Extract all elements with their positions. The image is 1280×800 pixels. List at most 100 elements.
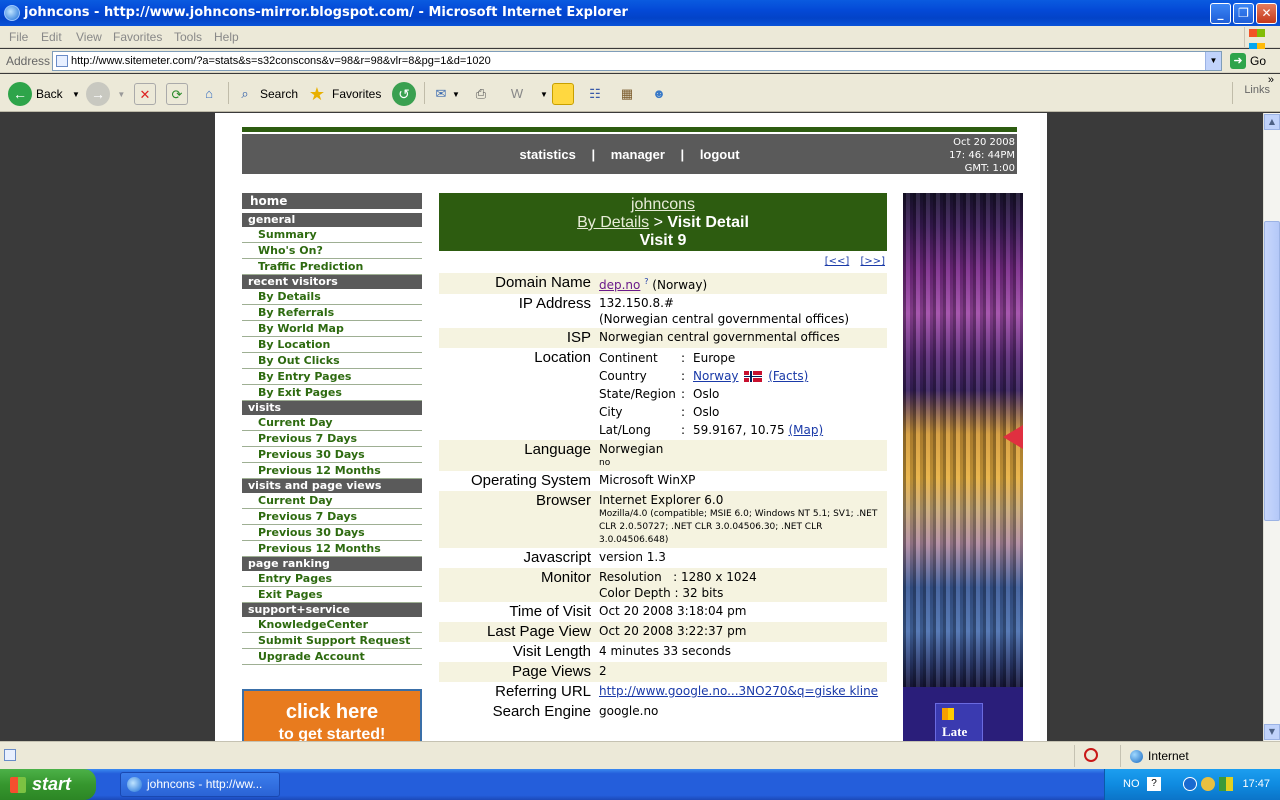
stop-button[interactable]: ✕ — [134, 80, 156, 106]
messenger-button[interactable]: ☷ — [584, 80, 606, 106]
home-button[interactable]: ⌂ — [198, 80, 220, 106]
sidebar-item-exit-pages[interactable]: Exit Pages — [242, 587, 422, 603]
favorites-star-icon: ★ — [308, 83, 326, 104]
tray-arrow-icon[interactable] — [1183, 777, 1197, 791]
minimize-button[interactable]: _ — [1210, 3, 1231, 24]
close-button[interactable]: ✕ — [1256, 3, 1277, 24]
sidebar-item-pv-30-days[interactable]: Previous 30 Days — [242, 525, 422, 541]
country-key: Country — [599, 369, 647, 383]
start-button[interactable]: start — [0, 769, 96, 800]
sidebar-item-by-location[interactable]: By Location — [242, 337, 422, 353]
edit-button[interactable]: W ▼ — [506, 80, 548, 106]
visit-number: Visit 9 — [639, 232, 687, 249]
label-monitor: Monitor — [439, 568, 599, 602]
mail-dropdown-icon[interactable]: ▼ — [452, 90, 460, 99]
sidebar-item-visits-12-months[interactable]: Previous 12 Months — [242, 463, 422, 479]
sidebar-item-whos-on[interactable]: Who's On? — [242, 243, 422, 259]
menu-tools[interactable]: Tools — [174, 30, 202, 44]
referring-url-link[interactable]: http://www.google.no...3NO270&q=giske kl… — [599, 684, 878, 698]
sidebar-item-by-entry-pages[interactable]: By Entry Pages — [242, 369, 422, 385]
menu-file[interactable]: File — [9, 30, 28, 44]
row-os: Operating System Microsoft WinXP — [439, 471, 887, 491]
sidebar-item-visits-30-days[interactable]: Previous 30 Days — [242, 447, 422, 463]
taskbar: start johncons - http://ww... NO ? 17:47 — [0, 769, 1280, 800]
next-visit-link[interactable]: [>>] — [860, 256, 885, 267]
scroll-down-icon[interactable]: ▼ — [1264, 724, 1280, 740]
country-link[interactable]: Norway — [693, 369, 739, 383]
favorites-button[interactable]: ★ Favorites — [306, 80, 381, 106]
sidebar-item-upgrade-account[interactable]: Upgrade Account — [242, 649, 422, 665]
facts-link[interactable]: (Facts) — [768, 369, 808, 383]
maximize-button[interactable]: ❐ — [1233, 3, 1254, 24]
ad-banner[interactable]: Late — [903, 193, 1023, 741]
nav-logout[interactable]: logout — [700, 147, 740, 162]
prev-visit-link[interactable]: [<<] — [825, 256, 850, 267]
back-dropdown-icon[interactable]: ▼ — [72, 90, 80, 99]
site-link[interactable]: johncons — [631, 196, 695, 213]
label-language: Language — [439, 440, 599, 471]
popup-blocked-icon[interactable] — [1084, 748, 1098, 762]
search-button[interactable]: ⌕ Search — [234, 80, 298, 106]
stop-icon: ✕ — [134, 82, 156, 105]
sidebar-item-knowledge-center[interactable]: KnowledgeCenter — [242, 617, 422, 633]
go-button[interactable]: ➜ Go — [1228, 52, 1276, 70]
sidebar-item-visits-current-day[interactable]: Current Day — [242, 415, 422, 431]
promo-banner[interactable]: click here to get started! — [242, 689, 422, 741]
domain-link[interactable]: dep.no — [599, 278, 640, 292]
label-domain: Domain Name — [439, 273, 599, 294]
nav-manager[interactable]: manager — [611, 147, 665, 162]
menu-edit[interactable]: Edit — [41, 30, 62, 44]
sidebar-item-by-referrals[interactable]: By Referrals — [242, 305, 422, 321]
latlong-key: Lat/Long — [599, 423, 651, 437]
sidebar-item-pv-12-months[interactable]: Previous 12 Months — [242, 541, 422, 557]
breadcrumb-by-details[interactable]: By Details — [577, 214, 649, 231]
domain-help-link[interactable]: ? — [644, 277, 648, 286]
note-button[interactable] — [552, 80, 574, 106]
sidebar-home[interactable]: home — [242, 193, 422, 209]
links-label[interactable]: Links — [1244, 84, 1270, 96]
address-input[interactable]: http://www.sitemeter.com/?a=stats&s=s32c… — [52, 51, 1222, 71]
language-indicator[interactable]: NO — [1123, 778, 1140, 790]
research-button[interactable]: ▦ — [616, 80, 638, 106]
menu-view[interactable]: View — [76, 30, 102, 44]
network-icon[interactable] — [1201, 777, 1215, 791]
sidebar-item-submit-support[interactable]: Submit Support Request — [242, 633, 422, 649]
sidebar-item-entry-pages[interactable]: Entry Pages — [242, 571, 422, 587]
taskbar-item-ie[interactable]: johncons - http://ww... — [120, 772, 280, 797]
map-link[interactable]: (Map) — [788, 423, 823, 437]
history-button[interactable]: ↺ — [392, 80, 416, 106]
scroll-thumb[interactable] — [1264, 221, 1280, 521]
mail-button[interactable]: ✉ ▼ — [430, 80, 460, 106]
time-visit-value: Oct 20 2008 3:18:04 pm — [599, 604, 747, 618]
sidebar-item-by-out-clicks[interactable]: By Out Clicks — [242, 353, 422, 369]
sidebar-item-pv-7-days[interactable]: Previous 7 Days — [242, 509, 422, 525]
nav-statistics[interactable]: statistics — [519, 147, 575, 162]
edit-dropdown-icon[interactable]: ▼ — [540, 90, 548, 99]
sidebar-item-visits-7-days[interactable]: Previous 7 Days — [242, 431, 422, 447]
sidebar-item-by-details[interactable]: By Details — [242, 289, 422, 305]
print-button[interactable]: ⎙ — [470, 80, 492, 106]
toolbar-chevron-icon[interactable]: » — [1268, 74, 1274, 86]
tray-app-icon[interactable] — [1219, 777, 1233, 791]
sidebar-item-by-exit-pages[interactable]: By Exit Pages — [242, 385, 422, 401]
forward-dropdown-icon[interactable]: ▼ — [117, 90, 125, 99]
forward-button[interactable]: → ▼ — [86, 80, 125, 106]
sidebar-item-by-world-map[interactable]: By World Map — [242, 321, 422, 337]
sidebar-item-summary[interactable]: Summary — [242, 227, 422, 243]
window-title-bar[interactable]: johncons - http://www.johncons-mirror.bl… — [0, 0, 1280, 26]
address-dropdown-icon[interactable]: ▼ — [1205, 52, 1221, 70]
help-icon[interactable]: ? — [1147, 777, 1161, 791]
menu-help[interactable]: Help — [214, 30, 239, 44]
colon: : — [681, 387, 686, 401]
address-label: Address — [6, 54, 51, 68]
scroll-up-icon[interactable]: ▲ — [1264, 114, 1280, 130]
back-button[interactable]: ← Back ▼ — [8, 80, 80, 106]
label-browser: Browser — [439, 491, 599, 548]
people-button[interactable]: ☻ — [648, 80, 670, 106]
sidebar-item-traffic-prediction[interactable]: Traffic Prediction — [242, 259, 422, 275]
sidebar-item-pv-current-day[interactable]: Current Day — [242, 493, 422, 509]
menu-favorites[interactable]: Favorites — [113, 30, 162, 44]
vertical-scrollbar[interactable]: ▲ ▼ — [1263, 113, 1280, 741]
refresh-button[interactable]: ⟳ — [166, 80, 188, 106]
label-os: Operating System — [470, 472, 591, 489]
